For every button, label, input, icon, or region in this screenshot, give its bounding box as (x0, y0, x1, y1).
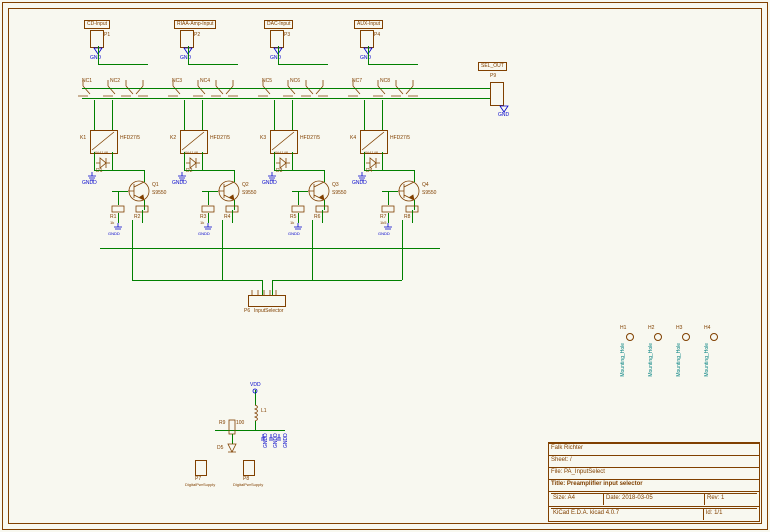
tb-sheet: Sheet: / (549, 455, 759, 467)
tb-tool: KiCad E.D.A. kicad 4.0.7 (551, 508, 703, 520)
tb-date: Date: 2018-03-05 (603, 493, 704, 505)
mounting-hole-0: H1Mounting_Hole (620, 325, 640, 377)
p7-connector (195, 460, 207, 476)
input-connector-0 (90, 30, 104, 48)
input-connector-3 (360, 30, 374, 48)
p6-label: InputSelector (254, 308, 283, 314)
tb-size: Size: A4 (551, 493, 603, 505)
input-connector-1 (180, 30, 194, 48)
d5-ref: D5 (217, 445, 223, 451)
input-label-3: AUX-Input (354, 20, 383, 29)
input-label-0: CD-Input (84, 20, 110, 29)
l1-ref: L1 (261, 408, 267, 414)
r9-ref: R9 (219, 420, 225, 426)
sel-out-ref: P9 (490, 73, 496, 79)
input-connector-2 (270, 30, 284, 48)
sel-out-gnd: GND (498, 112, 509, 118)
tb-author: Falk Richter (549, 443, 759, 455)
title-block: Falk Richter Sheet: / File: PA_InputSele… (548, 442, 760, 522)
tb-title: Title: Preamplifier input selector (549, 479, 759, 491)
p6-ref: P6 (244, 308, 250, 314)
tb-rev: Rev: 1 (704, 493, 757, 505)
input-label-1: RIAA-Amp-Input (174, 20, 216, 29)
tb-id: Id: 1/1 (703, 508, 757, 520)
mounting-hole-3: H4Mounting_Hole (704, 325, 724, 377)
sel-out-connector (490, 82, 504, 106)
p7-label: DigitalPwrSupply (185, 482, 215, 487)
sel-out-label: SEL_OUT (478, 62, 507, 71)
input-label-2: DAC-Input (264, 20, 293, 29)
mounting-hole-1: H2Mounting_Hole (648, 325, 668, 377)
tb-file: File: PA_InputSelect (549, 467, 759, 479)
mounting-hole-2: H3Mounting_Hole (676, 325, 696, 377)
p8-label: DigitalPwrSupply (233, 482, 263, 487)
r9-val: 100 (236, 420, 244, 426)
p8-connector (243, 460, 255, 476)
